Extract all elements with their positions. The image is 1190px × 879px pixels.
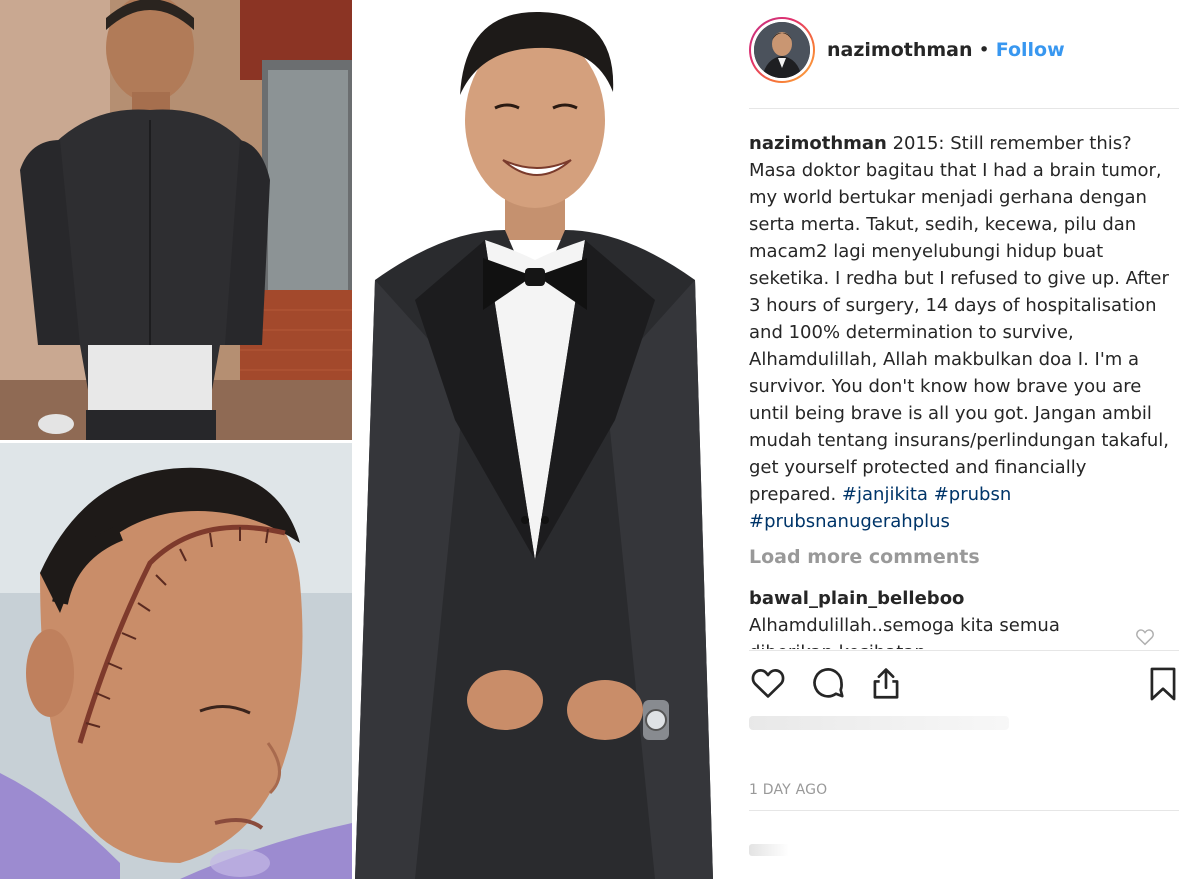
bookmark-icon[interactable] [1144, 664, 1182, 704]
story-ring[interactable] [749, 17, 815, 83]
likes-count-placeholder [749, 716, 1009, 730]
avatar[interactable] [754, 22, 810, 78]
comment-username-link[interactable]: bawal_plain_belleboo [749, 585, 1179, 612]
hashtag-link[interactable]: #janjikita [842, 484, 928, 505]
photo-jacket [0, 0, 352, 440]
comment-bubble-icon[interactable] [809, 664, 847, 704]
post-side-panel: nazimothman • Follow nazimothman 2015: S… [713, 0, 1190, 879]
comments-divider [749, 650, 1179, 651]
follow-button[interactable]: Follow [996, 39, 1065, 61]
hashtag-link[interactable]: #prubsnanugerahplus [749, 511, 950, 532]
photo-surgery-scar [0, 443, 352, 879]
post-image-collage[interactable] [0, 0, 713, 879]
add-comment-placeholder [749, 844, 789, 856]
post-caption: nazimothman 2015: Still remember this? M… [749, 130, 1174, 535]
add-comment-input[interactable] [749, 836, 1179, 866]
caption-username-link[interactable]: nazimothman [749, 133, 887, 154]
share-upload-icon[interactable] [867, 664, 905, 704]
post-header: nazimothman • Follow [749, 14, 1179, 86]
footer-divider [749, 810, 1179, 811]
username-link[interactable]: nazimothman [827, 39, 973, 61]
header-divider [749, 108, 1179, 109]
action-bar [749, 664, 1179, 708]
hashtag-link[interactable]: #prubsn [934, 484, 1012, 505]
caption-text: 2015: Still remember this? Masa doktor b… [749, 133, 1170, 505]
post-timestamp: 1 DAY AGO [749, 782, 828, 798]
heart-icon[interactable] [749, 664, 787, 704]
photo-tuxedo [355, 0, 713, 879]
avatar-border [751, 19, 813, 81]
small-heart-icon[interactable] [1134, 626, 1156, 648]
comment-item: bawal_plain_belleboo Alhamdulillah..semo… [749, 585, 1179, 649]
comment-text: Alhamdulillah..semoga kita semua diberik… [749, 615, 1060, 649]
separator-dot: • [978, 39, 990, 61]
load-more-comments-link[interactable]: Load more comments [749, 546, 980, 568]
header-text: nazimothman • Follow [827, 39, 1065, 61]
